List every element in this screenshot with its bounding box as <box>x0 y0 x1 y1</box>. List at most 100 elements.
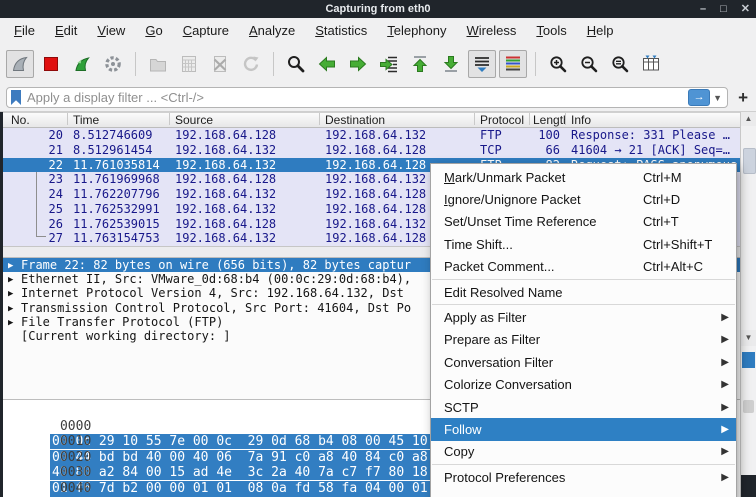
resize-columns-button[interactable] <box>637 50 665 78</box>
minimize-button[interactable]: – <box>700 0 706 18</box>
packet-row[interactable]: 21 8.512961454 192.168.64.132 192.168.64… <box>3 142 740 158</box>
save-file-button[interactable] <box>175 50 203 78</box>
submenu-arrow-icon: ▶ <box>721 334 729 346</box>
menu-bar-item[interactable]: View <box>87 18 135 44</box>
context-menu-item[interactable]: Copy ▶ <box>431 441 736 463</box>
packet-context-menu: Mark/Unmark Packet Ctrl+M ▶ Ignore/Unign… <box>430 163 737 497</box>
submenu-arrow-icon: ▶ <box>721 423 729 435</box>
wireshark-window: Capturing from eth0 – □ ✕ File Edit View… <box>0 0 756 497</box>
colored-lines-icon <box>506 56 520 71</box>
bytes-scrollbar-handle[interactable] <box>743 400 754 413</box>
go-back-button[interactable] <box>313 50 341 78</box>
window-edge <box>0 112 3 497</box>
zoom-reset-button[interactable] <box>606 50 634 78</box>
column-header-destination[interactable]: Destination <box>325 113 385 127</box>
submenu-arrow-icon: ▶ <box>721 356 729 368</box>
magnifier-icon <box>288 56 305 73</box>
context-menu-item[interactable]: Set/Unset Time Reference Ctrl+T ▶ <box>431 211 736 233</box>
arrow-up-bar-icon <box>412 56 428 72</box>
filter-dropdown-caret[interactable]: ▼ <box>713 93 722 103</box>
go-to-packet-button[interactable] <box>375 50 403 78</box>
submenu-arrow-icon: ▶ <box>721 312 729 324</box>
open-file-button[interactable] <box>144 50 172 78</box>
green-shark-fin-icon <box>75 57 90 71</box>
column-header-source[interactable]: Source <box>175 113 213 127</box>
context-menu-item[interactable]: Colorize Conversation ▶ <box>431 374 736 396</box>
menu-bar-item[interactable]: File <box>4 18 45 44</box>
context-menu-item[interactable]: Mark/Unmark Packet Ctrl+M ▶ <box>431 166 736 188</box>
go-forward-button[interactable] <box>344 50 372 78</box>
context-menu-item[interactable]: Packet Comment... Ctrl+Alt+C ▶ <box>431 256 736 278</box>
go-to-bottom-button[interactable] <box>437 50 465 78</box>
context-menu-item[interactable]: Ignore/Unignore Packet Ctrl+D ▶ <box>431 188 736 210</box>
expander-triangle-icon[interactable]: ▶ <box>8 302 13 316</box>
context-menu-item[interactable]: SCTP ▶ <box>431 396 736 418</box>
scrollbar-up-arrow[interactable]: ▲ <box>741 112 756 126</box>
zoom-reset-icon <box>612 56 629 73</box>
auto-scroll-toggle[interactable] <box>468 50 496 78</box>
arrow-right-icon <box>350 56 367 72</box>
save-document-icon <box>182 56 196 72</box>
context-menu-item[interactable]: Prepare as Filter ▶ <box>431 329 736 351</box>
submenu-arrow-icon: ▶ <box>721 471 729 483</box>
zoom-out-button[interactable] <box>575 50 603 78</box>
details-scrollbar-handle[interactable] <box>742 352 755 368</box>
menu-bar-item[interactable]: Wireless <box>457 18 527 44</box>
menu-bar-item[interactable]: Help <box>577 18 624 44</box>
apply-filter-button[interactable]: → <box>688 89 711 106</box>
menu-bar-item[interactable]: Analyze <box>239 18 305 44</box>
column-header-time[interactable]: Time <box>73 113 99 127</box>
toolbar-separator <box>273 52 274 76</box>
add-filter-button[interactable]: + <box>738 87 748 108</box>
close-button[interactable]: ✕ <box>741 0 750 18</box>
expander-triangle-icon[interactable]: ▶ <box>8 259 13 273</box>
context-menu-item[interactable]: Follow ▶ <box>431 418 736 441</box>
capture-start-button[interactable] <box>6 50 34 78</box>
packet-row[interactable]: 20 8.512746609 192.168.64.128 192.168.64… <box>3 128 740 143</box>
menu-bar-item[interactable]: Telephony <box>377 18 456 44</box>
expander-triangle-icon[interactable]: ▶ <box>8 316 13 330</box>
capture-stop-button[interactable] <box>37 50 65 78</box>
filter-bar: → ▼ + <box>0 84 756 112</box>
reload-icon <box>243 56 259 71</box>
column-header-no[interactable]: No. <box>11 113 30 127</box>
go-to-top-button[interactable] <box>406 50 434 78</box>
arrow-left-icon <box>318 56 335 72</box>
close-document-icon <box>213 56 227 72</box>
submenu-arrow-icon: ▶ <box>721 401 729 413</box>
display-filter-input[interactable] <box>21 90 689 105</box>
scrollbar-strip: ▲ ▼ <box>740 112 756 497</box>
zoom-in-button[interactable] <box>544 50 572 78</box>
context-menu-item[interactable]: Edit Resolved Name ▶ <box>431 281 736 303</box>
menu-bar-item[interactable]: Tools <box>526 18 576 44</box>
context-menu-item[interactable]: Time Shift... Ctrl+Shift+T ▶ <box>431 233 736 255</box>
related-packets-indicator <box>36 172 46 237</box>
window-corner <box>741 475 756 497</box>
capture-restart-button[interactable] <box>68 50 96 78</box>
packet-list-scrollbar-handle[interactable] <box>743 148 756 174</box>
menu-bar-item[interactable]: Edit <box>45 18 87 44</box>
expander-triangle-icon[interactable]: ▶ <box>8 273 13 287</box>
find-packet-button[interactable] <box>282 50 310 78</box>
menu-bar-item[interactable]: Capture <box>173 18 239 44</box>
context-menu-item[interactable]: Apply as Filter ▶ <box>431 306 736 328</box>
context-menu-item[interactable]: Conversation Filter ▶ <box>431 351 736 373</box>
context-menu-item[interactable]: Protocol Preferences ▶ <box>431 466 736 488</box>
column-header-info[interactable]: Info <box>571 113 591 127</box>
menu-bar-item[interactable]: Go <box>135 18 172 44</box>
colorize-toggle[interactable] <box>499 50 527 78</box>
menu-bar-item[interactable]: Statistics <box>305 18 377 44</box>
maximize-button[interactable]: □ <box>720 0 727 18</box>
close-file-button[interactable] <box>206 50 234 78</box>
expander-triangle-icon[interactable]: ▶ <box>8 287 13 301</box>
window-title: Capturing from eth0 <box>325 3 431 15</box>
column-header-length[interactable]: Length <box>533 113 565 127</box>
titlebar: Capturing from eth0 – □ ✕ <box>0 0 756 18</box>
column-header-protocol[interactable]: Protocol <box>480 113 524 127</box>
display-filter-box[interactable]: → ▼ <box>6 87 728 108</box>
filter-bookmark-icon[interactable] <box>11 90 21 105</box>
submenu-arrow-icon: ▶ <box>721 379 729 391</box>
scrollbar-down-arrow[interactable]: ▼ <box>741 330 756 346</box>
reload-button[interactable] <box>237 50 265 78</box>
capture-options-button[interactable] <box>99 50 127 78</box>
